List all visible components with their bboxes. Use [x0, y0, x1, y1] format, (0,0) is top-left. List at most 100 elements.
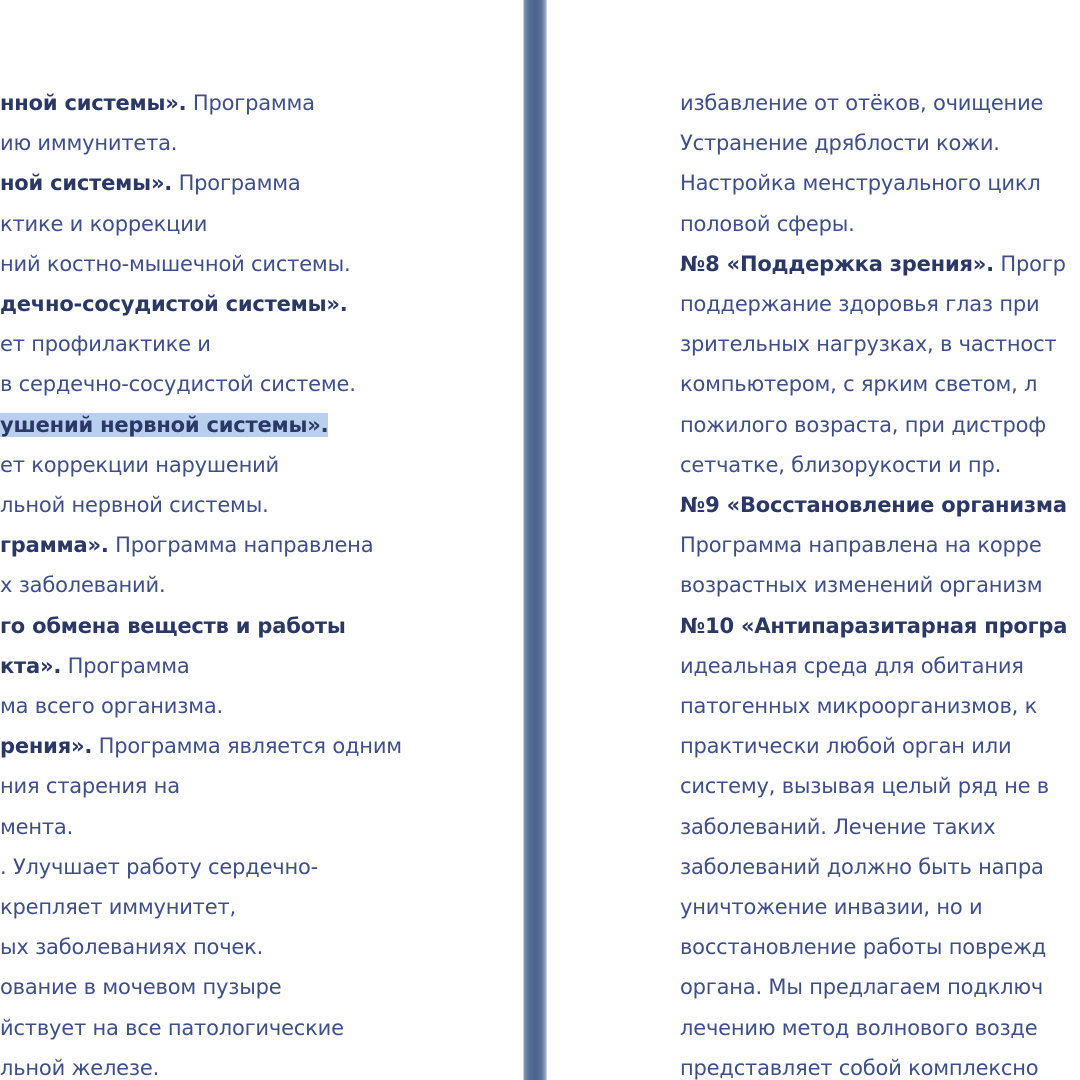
text-line[interactable]: представляет собой комплексно — [680, 1053, 1039, 1080]
body-text: идеальная среда для обитания — [680, 653, 1024, 678]
body-text: . Улучшает работу сердечно- — [0, 854, 319, 879]
text-line[interactable]: крепляет иммунитет, — [0, 892, 236, 922]
text-line[interactable]: ма всего организма. — [0, 691, 223, 721]
text-line[interactable]: компьютером, с ярким светом, л — [680, 369, 1037, 399]
body-text: в сердечно-сосудистой системе. — [0, 372, 356, 397]
text-line[interactable]: лечению метод волнового возде — [680, 1013, 1038, 1043]
body-text: поддержание здоровья глаз при — [680, 292, 1040, 316]
body-text: ния старения на — [0, 774, 180, 799]
body-text: крепляет иммунитет, — [0, 895, 236, 919]
text-line[interactable]: зрительных нагрузках, в частност — [680, 329, 1057, 359]
text-line[interactable]: ет коррекции нарушений — [0, 450, 279, 480]
text-line[interactable]: восстановление работы поврежд — [680, 932, 1046, 962]
bold-heading-text: дечно-сосудистой системы». — [0, 292, 348, 316]
text-line[interactable]: систему, вызывая целый ряд не в — [680, 771, 1049, 801]
text-line[interactable]: ых заболеваниях почек. — [0, 932, 263, 962]
body-text: сетчатке, близорукости и пр. — [680, 452, 1002, 477]
body-text: избавление от отёков, очищение — [680, 91, 1044, 115]
text-line[interactable]: Настройка менструального цикл — [680, 168, 1041, 198]
bold-heading-text: грамма». — [0, 533, 109, 558]
text-line[interactable]: практически любой орган или — [680, 731, 1012, 761]
text-line[interactable]: уничтожение инвазии, но и — [680, 892, 983, 922]
text-line[interactable]: рения». Программа является одним — [0, 731, 402, 761]
bold-heading-text: го обмена веществ и работы — [0, 613, 346, 638]
bold-heading-text: ной системы». — [0, 171, 173, 196]
text-line[interactable]: х заболеваний. — [0, 570, 166, 600]
body-text: зрительных нагрузках, в частност — [680, 332, 1057, 357]
text-line[interactable]: нной системы». Программа — [0, 88, 315, 118]
bold-heading-text: №9 «Восстановление организма — [680, 493, 1067, 517]
text-line[interactable]: №8 «Поддержка зрения». Прогр — [680, 249, 1066, 279]
bold-heading-text: рения». — [0, 734, 93, 759]
body-text: льной железе. — [0, 1055, 160, 1080]
text-line[interactable]: №10 «Антипаразитарная програ — [680, 611, 1067, 641]
text-line[interactable]: ний костно-мышечной системы. — [0, 249, 351, 279]
page-gap-divider — [524, 0, 546, 1080]
body-text: ет профилактике и — [0, 332, 211, 357]
text-line[interactable]: ование в мочевом пузыре — [0, 972, 282, 1002]
body-text: половой сферы. — [680, 211, 855, 236]
body-text: йствует на все патологические — [0, 1015, 344, 1040]
body-text: Программа — [186, 91, 315, 115]
text-line[interactable]: заболеваний. Лечение таких — [680, 812, 996, 842]
body-text: Программа — [61, 653, 190, 678]
document-page-right[interactable]: избавление от отёков, очищение Устранение… — [546, 0, 1080, 1080]
text-line[interactable]: в сердечно-сосудистой системе. — [0, 369, 356, 399]
text-line[interactable]: . Улучшает работу сердечно- — [0, 852, 318, 882]
text-line[interactable]: кта». Программа — [0, 651, 190, 681]
text-line[interactable]: Устранение дряблости кожи. — [680, 128, 1000, 158]
body-text: компьютером, с ярким светом, л — [680, 372, 1038, 397]
text-line[interactable]: ктике и коррекции — [0, 209, 207, 239]
body-text: ию иммунитета. — [0, 131, 178, 156]
text-line[interactable]: мента. — [0, 812, 73, 842]
body-text: Программа направлена на корре — [680, 533, 1042, 558]
text-line[interactable]: патогенных микроорганизмов, к — [680, 691, 1037, 721]
text-line[interactable]: го обмена веществ и работы — [0, 611, 346, 641]
text-line[interactable]: ушений нервной системы». — [0, 410, 329, 440]
body-text: Настройка менструального цикл — [680, 171, 1041, 196]
text-line[interactable]: заболеваний должно быть напра — [680, 852, 1044, 882]
document-viewport[interactable]: нной системы». Программа ию иммунитета. но… — [0, 0, 1080, 1080]
text-line[interactable]: ет профилактике и — [0, 329, 211, 359]
body-text: Устранение дряблости кожи. — [680, 131, 1000, 156]
text-line[interactable]: ию иммунитета. — [0, 128, 177, 158]
body-text: х заболеваний. — [0, 573, 166, 598]
text-line[interactable]: ния старения на — [0, 771, 180, 801]
body-text: лечению метод волнового возде — [680, 1015, 1038, 1040]
body-text: ет коррекции нарушений — [0, 452, 280, 477]
body-text: ование в мочевом пузыре — [0, 975, 282, 1000]
body-text: ний костно-мышечной системы. — [0, 251, 351, 276]
text-line[interactable]: Программа направлена на корре — [680, 530, 1042, 560]
text-line[interactable]: поддержание здоровья глаз при — [680, 289, 1040, 319]
body-text: льной нервной системы. — [0, 493, 269, 517]
body-text: Программа является одним — [92, 734, 402, 759]
body-text: мента. — [0, 814, 74, 839]
text-line[interactable]: льной железе. — [0, 1053, 159, 1080]
text-line[interactable]: органа. Мы предлагаем подключ — [680, 972, 1043, 1002]
text-line[interactable]: половой сферы. — [680, 209, 855, 239]
body-text: пожилого возраста, при дистроф — [680, 412, 1047, 437]
text-line[interactable]: сетчатке, близорукости и пр. — [680, 450, 1001, 480]
body-text: практически любой орган или — [680, 734, 1012, 759]
body-text: Программа — [172, 171, 301, 196]
text-line[interactable]: грамма». Программа направлена — [0, 530, 374, 560]
body-text: уничтожение инвазии, но и — [680, 895, 983, 919]
text-line[interactable]: дечно-сосудистой системы». — [0, 289, 348, 319]
body-text: заболеваний. Лечение таких — [680, 814, 996, 839]
body-text: систему, вызывая целый ряд не в — [680, 774, 1049, 799]
text-line[interactable]: йствует на все патологические — [0, 1013, 344, 1043]
text-line[interactable]: льной нервной системы. — [0, 490, 269, 520]
text-line[interactable]: пожилого возраста, при дистроф — [680, 410, 1046, 440]
selected-text: ушений нервной системы». — [0, 412, 329, 437]
document-page-left[interactable]: нной системы». Программа ию иммунитета. но… — [0, 0, 524, 1080]
bold-heading-text: №8 «Поддержка зрения». — [680, 251, 994, 276]
text-line[interactable]: возрастных изменений организм — [680, 570, 1043, 600]
body-text: Прогр — [993, 251, 1066, 276]
text-line[interactable]: №9 «Восстановление организма — [680, 490, 1067, 520]
body-text: восстановление работы поврежд — [680, 935, 1047, 960]
body-text: представляет собой комплексно — [680, 1055, 1039, 1080]
text-line[interactable]: ной системы». Программа — [0, 168, 301, 198]
body-text: возрастных изменений организм — [680, 573, 1043, 598]
text-line[interactable]: идеальная среда для обитания — [680, 651, 1024, 681]
text-line[interactable]: избавление от отёков, очищение — [680, 88, 1043, 118]
